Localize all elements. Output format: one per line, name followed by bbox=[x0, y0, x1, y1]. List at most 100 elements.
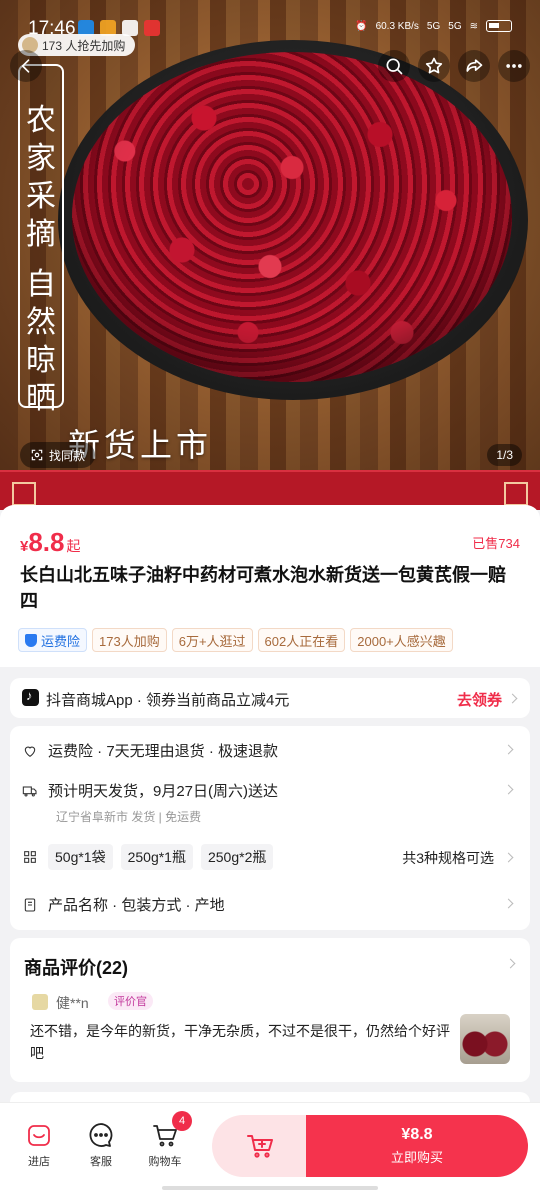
spec-option[interactable]: 50g*1袋 bbox=[48, 844, 113, 870]
get-coupon-link[interactable]: 去领券 bbox=[457, 689, 502, 710]
reviewer-badge: 评价官 bbox=[108, 992, 153, 1010]
banner-char: 家 bbox=[26, 141, 56, 176]
signal-5g-1: 5G bbox=[426, 20, 441, 32]
buy-now-button[interactable]: ¥8.8 立即购买 bbox=[306, 1115, 528, 1177]
cart-count-badge: 4 bbox=[172, 1111, 192, 1131]
more-button[interactable] bbox=[498, 50, 530, 82]
tag-added-to-cart: 173人加购 bbox=[92, 628, 167, 652]
params-row[interactable]: 产品名称 · 包装方式 · 产地 bbox=[22, 894, 518, 915]
signal-5g-2: 5G bbox=[448, 20, 462, 32]
network-speed: 60.3 KB/s bbox=[375, 20, 419, 32]
search-icon bbox=[386, 58, 403, 75]
buy-now-price: ¥8.8 bbox=[401, 1126, 433, 1143]
customer-service-button[interactable]: 客服 bbox=[76, 1121, 126, 1169]
chevron-right-icon bbox=[503, 784, 514, 795]
douyin-logo-icon bbox=[22, 688, 39, 706]
star-icon bbox=[425, 57, 443, 74]
add-to-cart-button[interactable] bbox=[212, 1115, 308, 1177]
back-button[interactable] bbox=[10, 50, 42, 82]
spec-option[interactable]: 250g*1瓶 bbox=[120, 844, 193, 870]
reviews-card[interactable]: 商品评价(22) 健**n 评价官 还不错，是今年的新货，干净无杂质，不过不是很… bbox=[10, 938, 530, 1082]
bottom-action-bar: 进店 客服 购物车 4 ¥8.8 立即购买 bbox=[0, 1102, 540, 1194]
banner-char: 农 bbox=[26, 103, 56, 138]
chevron-right-icon bbox=[503, 852, 514, 863]
chevron-right-icon bbox=[507, 693, 518, 704]
shield-icon bbox=[25, 633, 37, 647]
review-image[interactable] bbox=[460, 1014, 510, 1064]
find-similar-button[interactable]: 找同款 bbox=[20, 442, 96, 468]
decor-pattern bbox=[504, 482, 528, 506]
shop-button[interactable]: 进店 bbox=[14, 1121, 64, 1169]
battery-icon bbox=[486, 20, 512, 32]
service-info-card: 运费险 · 7天无理由退货 · 极速退款 预计明天发货，9月27日(周六)送达 … bbox=[10, 726, 530, 930]
spec-row[interactable]: 50g*1袋 250g*1瓶 250g*2瓶 共3种规格可选 bbox=[22, 844, 518, 870]
banner-char: 采 bbox=[26, 179, 56, 214]
status-right: ⏰ 60.3 KB/s 5G 5G ≋ bbox=[355, 20, 512, 32]
reviews-title: 商品评价(22) bbox=[24, 958, 129, 978]
spec-count: 共3种规格可选 bbox=[402, 850, 494, 866]
chevron-right-icon bbox=[505, 958, 516, 969]
alarm-icon: ⏰ bbox=[355, 20, 368, 32]
shipping-origin: 辽宁省阜新市 发货 | 免运费 bbox=[56, 810, 202, 824]
service-row[interactable]: 运费险 · 7天无理由退货 · 极速退款 bbox=[22, 740, 518, 761]
review-text: 还不错，是今年的新货，干净无杂质，不过不是很干，仍然给个好评吧 bbox=[30, 1023, 450, 1061]
home-indicator[interactable] bbox=[162, 1186, 378, 1190]
currency-symbol: ¥ bbox=[20, 538, 29, 555]
review-username: 健**n bbox=[56, 995, 89, 1011]
truck-icon bbox=[22, 783, 38, 799]
app-notification-icon bbox=[144, 20, 160, 36]
avatar bbox=[32, 994, 48, 1010]
buy-now-label: 立即购买 bbox=[390, 1150, 443, 1165]
search-button[interactable] bbox=[378, 50, 410, 82]
vertical-banner: 农 家 采 摘 自 然 晾 晒 bbox=[18, 64, 64, 416]
buyers-text: 173 人抢先加购 bbox=[42, 38, 126, 53]
service-text: 运费险 · 7天无理由退货 · 极速退款 bbox=[48, 743, 279, 760]
banner-char: 晒 bbox=[26, 381, 56, 416]
shop-label: 进店 bbox=[28, 1156, 50, 1168]
tag-visited: 6万+人逛过 bbox=[171, 628, 253, 652]
chevron-right-icon bbox=[503, 744, 514, 755]
product-tags: 运费险 173人加购 6万+人逛过 602人正在看 2000+人感兴趣 bbox=[18, 628, 453, 652]
document-icon bbox=[22, 897, 38, 913]
price-amount: 8.8 bbox=[28, 527, 65, 557]
spec-option[interactable]: 250g*2瓶 bbox=[200, 844, 274, 870]
red-banner-strip bbox=[0, 470, 540, 510]
params-text: 产品名称 · 包装方式 · 产地 bbox=[48, 897, 225, 914]
add-cart-icon bbox=[247, 1135, 273, 1158]
shipping-text: 预计明天发货，9月27日(周六)送达 bbox=[48, 783, 279, 800]
tag-interested: 2000+人感兴趣 bbox=[350, 628, 453, 652]
shipping-row[interactable]: 预计明天发货，9月27日(周六)送达 bbox=[22, 780, 518, 801]
cart-label: 购物车 bbox=[148, 1156, 182, 1168]
share-button[interactable] bbox=[458, 50, 490, 82]
banner-char: 然 bbox=[26, 305, 56, 340]
banner-char: 自 bbox=[26, 267, 56, 302]
product-image-carousel[interactable]: 农 家 采 摘 自 然 晾 晒 新货上市 bbox=[0, 0, 540, 510]
heart-shield-icon bbox=[22, 743, 38, 759]
wifi-icon: ≋ bbox=[469, 20, 478, 32]
tag-viewing: 602人正在看 bbox=[257, 628, 346, 652]
grid-icon bbox=[22, 849, 38, 865]
coupon-text: 抖音商城App · 领券当前商品立减4元 bbox=[46, 692, 290, 709]
shop-icon bbox=[28, 1125, 50, 1146]
tag-shipping-insurance[interactable]: 运费险 bbox=[18, 628, 88, 652]
decor-pattern bbox=[12, 482, 36, 506]
chevron-left-icon bbox=[21, 59, 30, 73]
scan-icon bbox=[31, 449, 43, 461]
coupon-row[interactable]: 抖音商城App · 领券当前商品立减4元 去领券 bbox=[10, 678, 530, 718]
service-label: 客服 bbox=[90, 1156, 112, 1168]
chat-icon bbox=[89, 1123, 113, 1147]
find-similar-label: 找同款 bbox=[49, 448, 86, 463]
banner-char: 摘 bbox=[26, 217, 56, 252]
product-berries bbox=[72, 52, 512, 382]
tag-label: 运费险 bbox=[41, 633, 81, 649]
sold-count: 已售734 bbox=[472, 536, 520, 551]
price: ¥ 8.8 起 bbox=[20, 527, 81, 558]
share-icon bbox=[466, 59, 483, 72]
product-title: 长白山北五味子油籽中药材可煮水泡水新货送一包黄芪假一赔四 bbox=[20, 565, 506, 611]
banner-char: 晾 bbox=[26, 343, 56, 378]
image-page-indicator: 1/3 bbox=[487, 444, 522, 466]
more-icon bbox=[506, 64, 522, 68]
favorite-button[interactable] bbox=[418, 50, 450, 82]
price-suffix: 起 bbox=[66, 538, 81, 554]
chevron-right-icon bbox=[503, 898, 514, 909]
